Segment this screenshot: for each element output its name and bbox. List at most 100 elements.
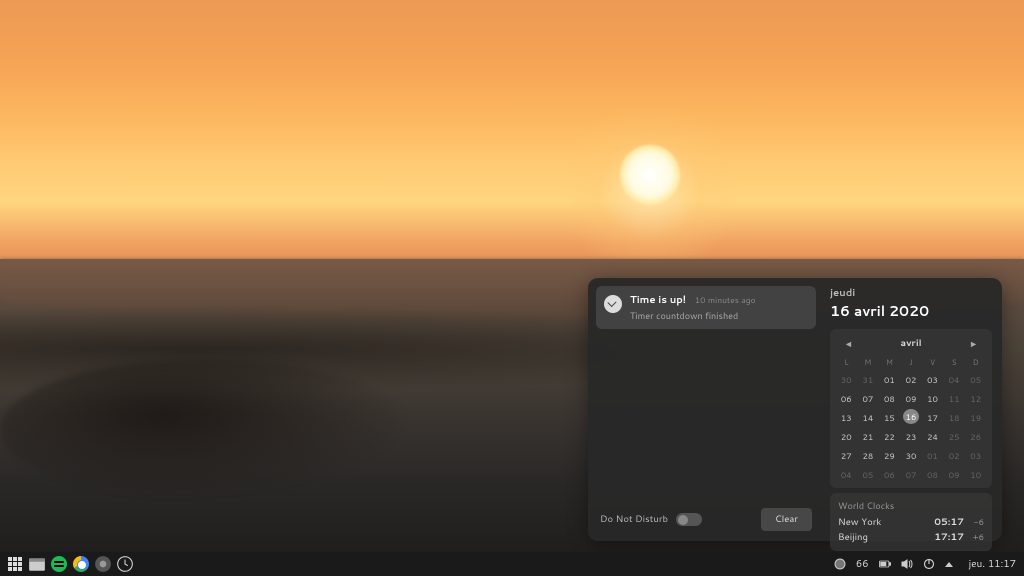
notification-card[interactable]: Time is up! 10 minutes ago Timer countdo… xyxy=(596,286,816,329)
calendar-day[interactable]: 24 xyxy=(922,428,943,446)
tray-app-icon[interactable] xyxy=(834,558,846,570)
taskbar: 66 jeu. 11:17 xyxy=(0,552,1024,576)
calendar-day[interactable]: 12 xyxy=(965,390,986,408)
tray-expand-icon[interactable] xyxy=(945,562,953,567)
chromium-launcher[interactable] xyxy=(72,555,90,573)
calendar-day[interactable]: 04 xyxy=(944,371,965,389)
notification-description: Timer countdown finished xyxy=(630,309,808,322)
calendar-weekday: jeudi xyxy=(830,286,992,300)
spotify-icon xyxy=(51,556,67,572)
calendar-dow-header: J xyxy=(901,356,922,370)
calendar-day[interactable]: 08 xyxy=(879,390,900,408)
chromium-icon xyxy=(73,556,89,572)
notification-timestamp: 10 minutes ago xyxy=(695,294,756,306)
calendar-day[interactable]: 09 xyxy=(944,466,965,484)
calendar-notification-popup: Time is up! 10 minutes ago Timer countdo… xyxy=(588,278,1002,541)
calendar-next-button[interactable]: ► xyxy=(965,335,982,352)
calendar-day[interactable]: 06 xyxy=(879,466,900,484)
circle-app-icon xyxy=(94,555,112,573)
calendar-dow-header: S xyxy=(944,356,965,370)
calendar-day[interactable]: 30 xyxy=(901,447,922,465)
calendar-day[interactable]: 07 xyxy=(901,466,922,484)
calendar-day[interactable]: 03 xyxy=(965,447,986,465)
calendar-full-date: 16 avril 2020 xyxy=(830,301,992,321)
calendar-day[interactable]: 05 xyxy=(965,371,986,389)
notification-title: Time is up! xyxy=(630,293,686,307)
calendar-day[interactable]: 10 xyxy=(922,390,943,408)
dnd-toggle[interactable] xyxy=(676,513,702,526)
calendar-grid-box: ◄ avril ► LMMJVSD30310102030405060708091… xyxy=(830,329,992,488)
files-launcher[interactable] xyxy=(28,555,46,573)
power-icon[interactable] xyxy=(923,558,935,570)
calendar-prev-button[interactable]: ◄ xyxy=(840,335,857,352)
calendar-day[interactable]: 31 xyxy=(858,371,879,389)
calendar-day[interactable]: 10 xyxy=(965,466,986,484)
world-clock-time: 05:17 xyxy=(930,516,964,529)
world-clocks-title: World Clocks xyxy=(838,499,984,512)
calendar-day[interactable]: 25 xyxy=(944,428,965,446)
world-clock-row: Beijing17:17+6 xyxy=(838,530,984,545)
world-clock-offset: +6 xyxy=(964,531,984,544)
calendar-day[interactable]: 17 xyxy=(922,409,943,427)
battery-percent[interactable]: 66 xyxy=(856,557,869,571)
calendar-dow-header: D xyxy=(965,356,986,370)
calendar-grid: LMMJVSD303101020304050607080910111213141… xyxy=(836,356,986,484)
wallpaper-sky xyxy=(0,0,1024,288)
calendar-day[interactable]: 11 xyxy=(944,390,965,408)
files-icon xyxy=(28,555,46,573)
calendar-day[interactable]: 02 xyxy=(944,447,965,465)
calendar-day[interactable]: 18 xyxy=(944,409,965,427)
battery-icon[interactable] xyxy=(879,558,891,570)
calendar-day[interactable]: 01 xyxy=(922,447,943,465)
world-clock-city: Beijing xyxy=(838,531,930,544)
clock-icon xyxy=(116,555,134,573)
world-clock-row: New York05:17-6 xyxy=(838,515,984,530)
calendar-day[interactable]: 13 xyxy=(836,409,857,427)
calendar-day[interactable]: 08 xyxy=(922,466,943,484)
calendar-day[interactable]: 07 xyxy=(858,390,879,408)
clear-button[interactable]: Clear xyxy=(761,508,812,531)
calendar-day[interactable]: 19 xyxy=(965,409,986,427)
clocks-launcher[interactable] xyxy=(116,555,134,573)
calendar-day[interactable]: 21 xyxy=(858,428,879,446)
calendar-day[interactable]: 29 xyxy=(879,447,900,465)
world-clock-time: 17:17 xyxy=(930,531,964,544)
calendar-day[interactable]: 20 xyxy=(836,428,857,446)
calendar-day[interactable]: 30 xyxy=(836,371,857,389)
notifications-column: Time is up! 10 minutes ago Timer countdo… xyxy=(588,278,824,541)
taskbar-datetime[interactable]: jeu. 11:17 xyxy=(969,557,1016,571)
calendar-day[interactable]: 15 xyxy=(879,409,900,427)
calendar-day[interactable]: 03 xyxy=(922,371,943,389)
calendar-dow-header: L xyxy=(836,356,857,370)
calendar-dow-header: M xyxy=(879,356,900,370)
applications-button[interactable] xyxy=(6,555,24,573)
calendar-day[interactable]: 05 xyxy=(858,466,879,484)
calendar-day[interactable]: 06 xyxy=(836,390,857,408)
calendar-day[interactable]: 27 xyxy=(836,447,857,465)
calendar-day[interactable]: 01 xyxy=(879,371,900,389)
world-clocks-box[interactable]: World Clocks New York05:17-6Beijing17:17… xyxy=(830,493,992,551)
spotify-launcher[interactable] xyxy=(50,555,68,573)
calendar-day[interactable]: 04 xyxy=(836,466,857,484)
calendar-day[interactable]: 22 xyxy=(879,428,900,446)
volume-icon[interactable] xyxy=(901,558,913,570)
world-clock-offset: -6 xyxy=(964,516,984,529)
calendar-day-today[interactable]: 16 xyxy=(903,409,919,424)
dnd-label: Do Not Disturb xyxy=(600,513,668,526)
calendar-day[interactable]: 14 xyxy=(858,409,879,427)
calendar-month-label: avril xyxy=(900,337,921,350)
calendar-dow-header: M xyxy=(858,356,879,370)
apps-grid-icon xyxy=(8,557,22,571)
calendar-day[interactable]: 02 xyxy=(901,371,922,389)
calendar-day[interactable]: 23 xyxy=(901,428,922,446)
calendar-dow-header: V xyxy=(922,356,943,370)
world-clock-city: New York xyxy=(838,516,930,529)
app-launcher-generic[interactable] xyxy=(94,555,112,573)
calendar-day[interactable]: 28 xyxy=(858,447,879,465)
system-tray: 66 jeu. 11:17 xyxy=(834,557,1018,571)
calendar-column: jeudi 16 avril 2020 ◄ avril ► LMMJVSD303… xyxy=(824,278,1002,541)
clock-check-icon xyxy=(604,295,622,313)
calendar-day[interactable]: 26 xyxy=(965,428,986,446)
calendar-day[interactable]: 09 xyxy=(901,390,922,408)
wallpaper-sun xyxy=(620,145,680,205)
